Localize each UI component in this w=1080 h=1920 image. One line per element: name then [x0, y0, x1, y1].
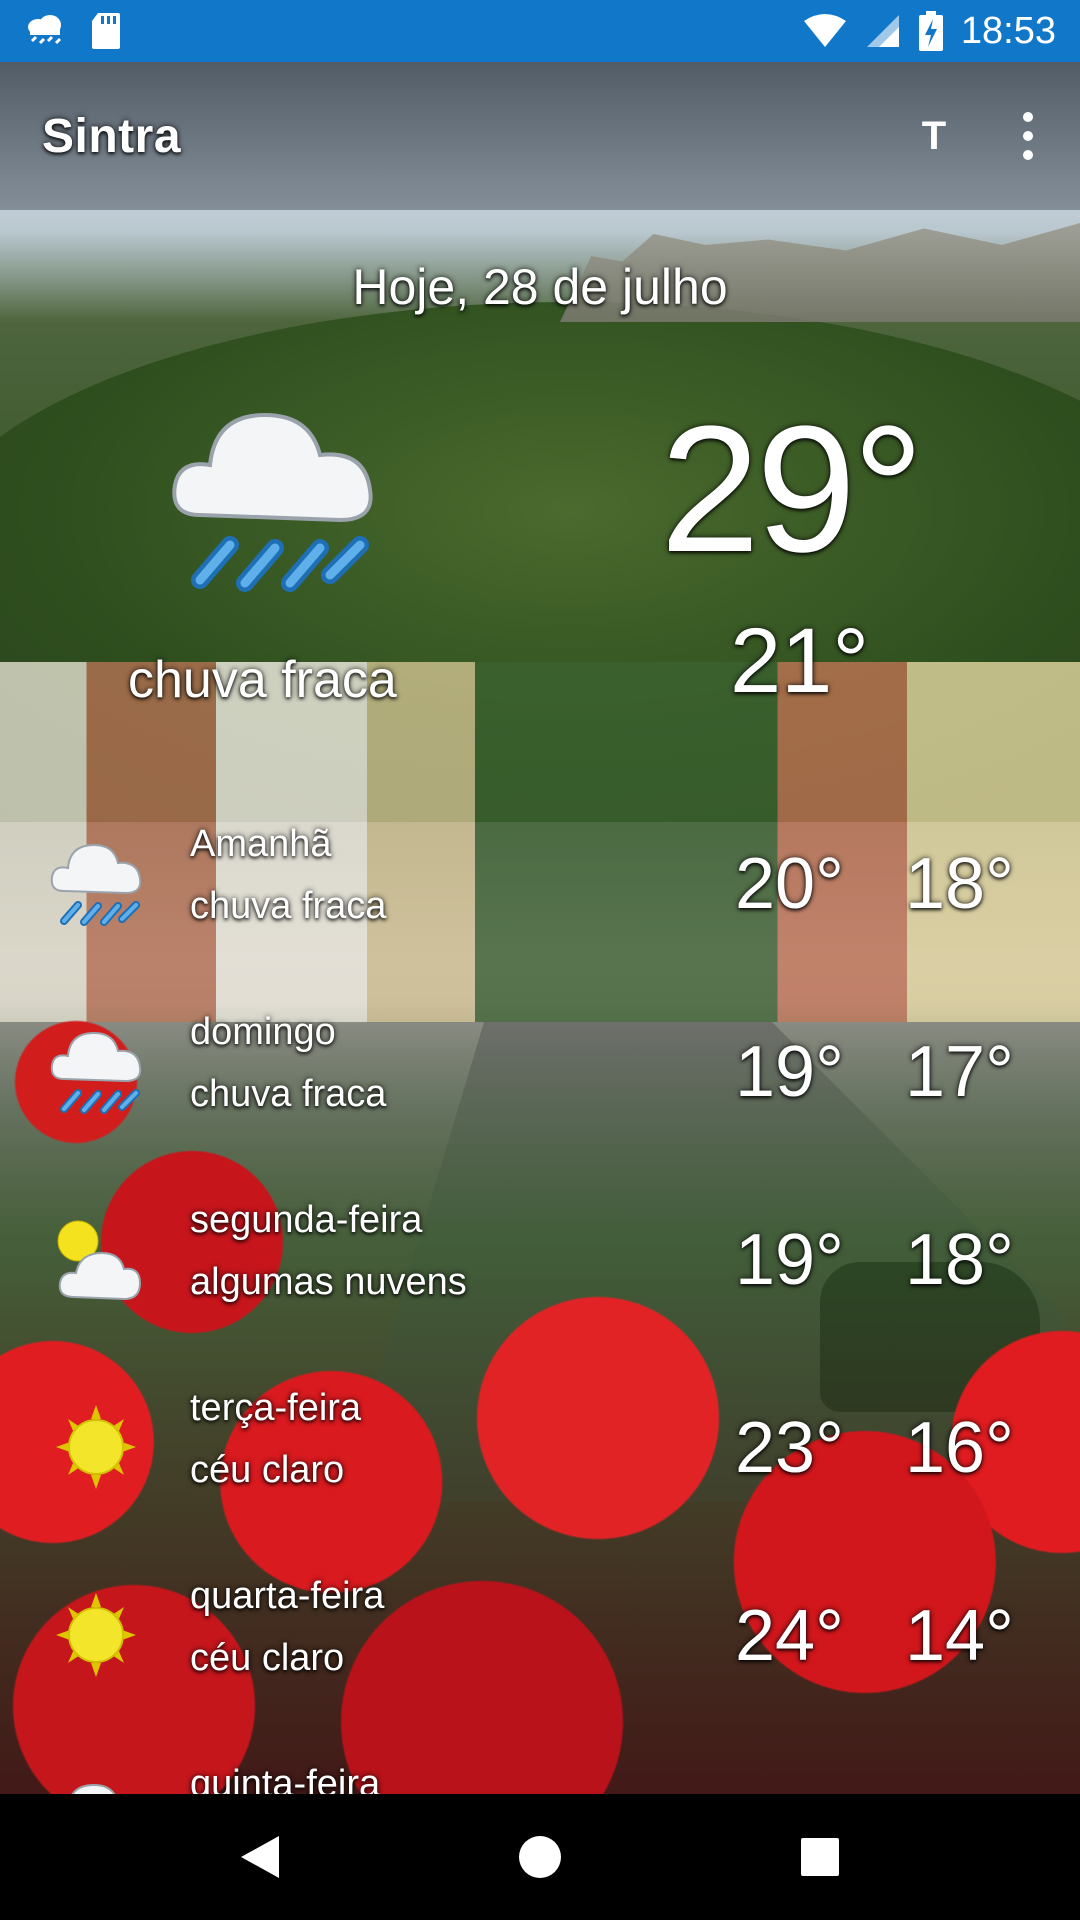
- recents-icon[interactable]: [775, 1812, 865, 1902]
- back-icon[interactable]: [215, 1812, 305, 1902]
- sun-icon: [50, 1397, 142, 1497]
- forecast-high: 23°: [735, 1408, 844, 1488]
- signal-icon: [865, 13, 901, 49]
- more-vert-icon[interactable]: [1018, 112, 1038, 160]
- forecast-row[interactable]: quinta-feira: [0, 1755, 1080, 1794]
- forecast-day: quinta-feira: [190, 1763, 381, 1794]
- weather-rain-icon: [24, 11, 64, 51]
- battery-charging-icon: [918, 11, 943, 51]
- forecast-low: 17°: [905, 1032, 1014, 1112]
- forecast-high: 20°: [735, 844, 844, 924]
- units-toggle-button[interactable]: T: [912, 114, 956, 159]
- clock: 18:53: [960, 9, 1056, 52]
- navigation-bar: [0, 1794, 1080, 1920]
- forecast-high: 19°: [735, 1220, 844, 1300]
- forecast-row[interactable]: domingo chuva fraca 19° 17°: [0, 1003, 1080, 1153]
- forecast-row[interactable]: Amanhã chuva fraca 20° 18°: [0, 815, 1080, 965]
- forecast-description: algumas nuvens: [190, 1261, 467, 1303]
- forecast-row[interactable]: segunda-feira algumas nuvens 19° 18°: [0, 1191, 1080, 1341]
- app-bar: Sintra T: [0, 62, 1080, 210]
- forecast-row[interactable]: terça-feira céu claro 23° 16°: [0, 1379, 1080, 1529]
- current-temperature: 29°: [660, 389, 924, 590]
- forecast-low: 16°: [905, 1408, 1014, 1488]
- forecast-row[interactable]: quarta-feira céu claro 24° 14°: [0, 1567, 1080, 1717]
- today-date: Hoje, 28 de julho: [352, 259, 728, 315]
- today-description: chuva fraca: [128, 651, 397, 709]
- forecast-day: terça-feira: [190, 1387, 362, 1429]
- forecast-day: quarta-feira: [190, 1575, 385, 1617]
- forecast-day: domingo: [190, 1011, 336, 1053]
- sun-icon: [50, 1585, 142, 1685]
- forecast-description: chuva fraca: [190, 1073, 387, 1115]
- partly-cloudy-icon: [50, 1209, 142, 1309]
- forecast-day: segunda-feira: [190, 1199, 423, 1241]
- light-rain-icon: [50, 1021, 142, 1121]
- light-rain-icon: [50, 833, 142, 933]
- forecast-low: 14°: [905, 1596, 1014, 1676]
- forecast-day: Amanhã: [190, 823, 332, 865]
- home-icon[interactable]: [495, 1812, 585, 1902]
- forecast-low: 18°: [905, 1220, 1014, 1300]
- today-low-temperature: 21°: [730, 610, 870, 712]
- sd-card-icon: [90, 11, 122, 51]
- location-title[interactable]: Sintra: [42, 109, 181, 164]
- forecast-description: céu claro: [190, 1449, 345, 1491]
- forecast-description: chuva fraca: [190, 885, 387, 927]
- wifi-icon: [803, 13, 847, 49]
- status-bar: 18:53: [0, 0, 1080, 62]
- forecast-description: céu claro: [190, 1637, 345, 1679]
- light-rain-icon: [170, 385, 380, 615]
- forecast-high: 24°: [735, 1596, 844, 1676]
- forecast-high: 19°: [735, 1032, 844, 1112]
- forecast-low: 18°: [905, 844, 1014, 924]
- cloud-icon: [50, 1773, 142, 1794]
